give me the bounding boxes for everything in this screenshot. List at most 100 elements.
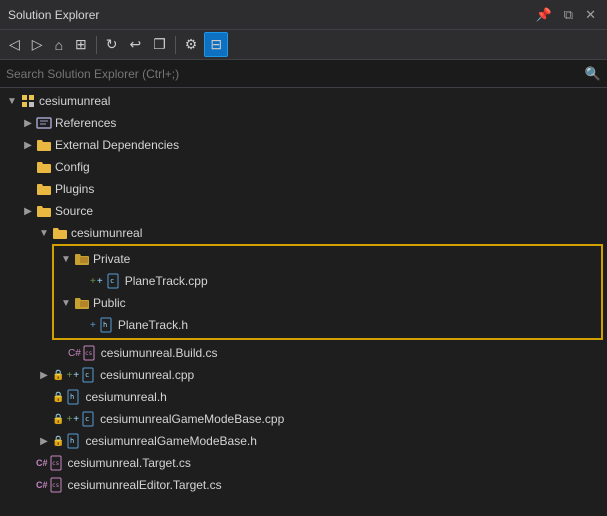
undo-button[interactable]: ↩ — [125, 33, 147, 56]
cpp-file-icon: c — [106, 273, 122, 289]
folder-icon — [36, 181, 52, 197]
title-bar-title: Solution Explorer — [8, 8, 533, 22]
tree-item-label: References — [55, 116, 116, 130]
svg-text:cs: cs — [52, 482, 60, 489]
tree-item-label: Plugins — [55, 182, 94, 196]
tree-item-label: cesiumunrealGameModeBase.h — [85, 434, 256, 448]
cs-badge-icon: C# — [36, 458, 48, 468]
expand-arrow[interactable] — [20, 206, 36, 217]
cpp-badge-icon: + — [90, 276, 96, 287]
tree-item-label: Config — [55, 160, 90, 174]
cpp-badge2-icon: + — [97, 276, 103, 287]
lock-icon: 🔒 — [52, 370, 64, 381]
tree-item-cesiumunreal-root[interactable]: cesiumunreal — [0, 90, 607, 112]
tree-item-public[interactable]: Public — [54, 292, 601, 314]
home-button[interactable]: ⌂ — [50, 34, 68, 56]
pin-active-button[interactable]: ⊟ — [204, 32, 228, 57]
expand-arrow[interactable] — [58, 254, 74, 265]
expand-arrow[interactable] — [36, 228, 52, 239]
references-icon — [36, 115, 52, 131]
tree-item-external-deps[interactable]: External Dependencies — [0, 134, 607, 156]
tree-item-label: PlaneTrack.h — [118, 318, 188, 332]
folder-icon — [52, 225, 68, 241]
lock-icon: 🔒 — [52, 392, 64, 403]
tree-item-references[interactable]: References — [0, 112, 607, 134]
expand-arrow[interactable] — [36, 436, 52, 447]
settings-button[interactable]: ⚙ — [180, 33, 203, 56]
tree-item-label: cesiumunreal — [39, 94, 110, 108]
cpp-file-icon: c — [81, 411, 97, 427]
properties-button[interactable]: ⊞ — [70, 33, 92, 56]
expand-arrow[interactable] — [20, 118, 36, 129]
tree-item-label: cesiumunrealEditor.Target.cs — [68, 478, 222, 492]
h-file-icon: h — [66, 433, 82, 449]
lock-icon: 🔒 — [52, 436, 64, 447]
tree-item-source[interactable]: Source — [0, 200, 607, 222]
tree-item-label: External Dependencies — [55, 138, 179, 152]
svg-text:c: c — [110, 277, 114, 285]
tree-item-cesiumunreal-inner[interactable]: cesiumunreal — [0, 222, 607, 244]
target-cs-icon: cs — [49, 455, 65, 471]
expand-arrow[interactable] — [4, 96, 20, 107]
expand-arrow[interactable] — [58, 298, 74, 309]
tree-item-planetrack-h[interactable]: + h PlaneTrack.h — [54, 314, 601, 336]
refresh-button[interactable]: ↻ — [101, 33, 123, 56]
tree-item-build-cs[interactable]: C# cs cesiumunreal.Build.cs — [0, 342, 607, 364]
cpp-file-icon: c — [81, 367, 97, 383]
folder-icon — [36, 159, 52, 175]
tree-item-label: cesiumunreal.h — [85, 390, 166, 404]
h-file-icon: h — [99, 317, 115, 333]
tree-item-label: Source — [55, 204, 93, 218]
tree-item-gamemode-h[interactable]: 🔒 h cesiumunrealGameModeBase.h — [0, 430, 607, 452]
svg-text:cs: cs — [52, 460, 60, 467]
tree-item-plugins[interactable]: Plugins — [0, 178, 607, 200]
tree-item-config[interactable]: Config — [0, 156, 607, 178]
h-badge-icon: + — [90, 320, 96, 331]
svg-text:h: h — [70, 437, 74, 445]
tree-item-planetrack-cpp[interactable]: + + c PlaneTrack.cpp — [54, 270, 601, 292]
h-file-icon: h — [66, 389, 82, 405]
project-icon — [20, 93, 36, 109]
editor-target-cs-icon: cs — [49, 477, 65, 493]
back-button[interactable]: ◁ — [4, 33, 25, 56]
copy-button[interactable]: ❐ — [148, 33, 171, 56]
search-icon: 🔍 — [585, 66, 601, 82]
svg-text:c: c — [85, 371, 89, 379]
tree-item-target-cs[interactable]: C# cs cesiumunreal.Target.cs — [0, 452, 607, 474]
tree-item-gamemode-cpp[interactable]: 🔒 + + c cesiumunrealGameModeBase.cpp — [0, 408, 607, 430]
tree-item-cesiumunreal-h[interactable]: 🔒 h cesiumunreal.h — [0, 386, 607, 408]
folder-icon — [36, 203, 52, 219]
tree-item-label: cesiumunreal.Build.cs — [101, 346, 218, 360]
folder-icon — [36, 137, 52, 153]
tree-item-label: cesiumunreal.cpp — [100, 368, 194, 382]
tree-item-label: Private — [93, 252, 130, 266]
cpp-badge-icon: + — [66, 414, 72, 425]
svg-text:c: c — [85, 415, 89, 423]
float-icon[interactable]: ⧉ — [561, 6, 576, 24]
pin-icon[interactable]: 📌 — [533, 6, 555, 24]
solution-explorer-tree: cesiumunreal References External Depende… — [0, 88, 607, 516]
tree-item-label: cesiumunrealGameModeBase.cpp — [100, 412, 284, 426]
cpp-badge2-icon: + — [73, 414, 79, 425]
tree-item-label: cesiumunreal.Target.cs — [68, 456, 191, 470]
close-icon[interactable]: ✕ — [582, 6, 599, 24]
toolbar-separator-2 — [175, 36, 176, 54]
search-input[interactable] — [6, 67, 585, 81]
forward-button[interactable]: ▷ — [27, 33, 48, 56]
svg-text:h: h — [70, 393, 74, 401]
cs-badge-icon: C# — [36, 480, 48, 490]
svg-text:h: h — [103, 321, 107, 329]
highlight-group: Private + + c PlaneTrack.cpp — [52, 244, 603, 340]
tree-item-editor-target-cs[interactable]: C# cs cesiumunrealEditor.Target.cs — [0, 474, 607, 496]
tree-item-label: PlaneTrack.cpp — [125, 274, 208, 288]
expand-arrow[interactable] — [20, 140, 36, 151]
tree-item-label: Public — [93, 296, 126, 310]
tree-item-label: cesiumunreal — [71, 226, 142, 240]
tree-item-cesiumunreal-cpp[interactable]: 🔒 + + c cesiumunreal.cpp — [0, 364, 607, 386]
lock-icon: 🔒 — [52, 414, 64, 425]
tree-item-private[interactable]: Private — [54, 248, 601, 270]
cs-file-icon: cs — [82, 345, 98, 361]
title-bar-icons: 📌 ⧉ ✕ — [533, 6, 599, 24]
svg-text:cs: cs — [85, 350, 93, 357]
expand-arrow[interactable] — [36, 370, 52, 381]
